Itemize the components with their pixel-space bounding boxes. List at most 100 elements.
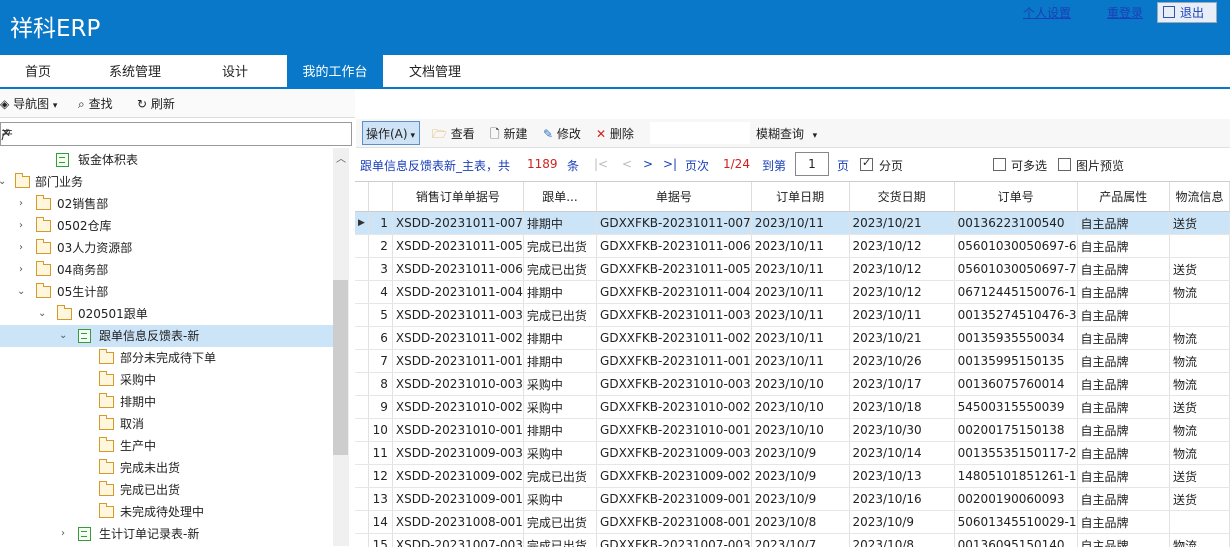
table-cell[interactable]: 自主品牌 — [1077, 212, 1169, 235]
column-header[interactable]: 跟单... — [523, 182, 596, 212]
table-cell[interactable]: 采购中 — [523, 488, 596, 511]
table-cell[interactable]: 14805101851261-1 — [954, 465, 1077, 488]
tree-item-done-not-shipped[interactable]: 完成未出货 — [0, 457, 333, 479]
table-cell[interactable]: GDXXFKB-20231009-001 — [597, 488, 752, 511]
table-cell[interactable]: 2023/10/11 — [751, 327, 849, 350]
tree-search-input[interactable]: 产 ✕ — [0, 122, 352, 146]
table-cell[interactable]: 2023/10/21 — [849, 327, 954, 350]
table-cell[interactable]: GDXXFKB-20231011-007 — [597, 212, 752, 235]
operations-dropdown[interactable]: 操作(A) ▾ — [362, 121, 420, 145]
row-number[interactable]: 4 — [368, 281, 392, 304]
table-cell[interactable]: 物流 — [1169, 373, 1229, 396]
refresh-button[interactable]: ↻ 刷新 — [137, 95, 175, 112]
table-cell[interactable]: 50601345510029-1 — [954, 511, 1077, 534]
table-cell[interactable]: 2023/10/11 — [751, 304, 849, 327]
table-cell[interactable]: XSDD-20231009-001 — [392, 488, 523, 511]
table-cell[interactable] — [1169, 304, 1229, 327]
relogin-link[interactable]: 重登录 — [1107, 4, 1143, 21]
menu-document-management[interactable]: 文档管理 — [395, 55, 475, 87]
table-cell[interactable]: 2023/10/14 — [849, 442, 954, 465]
table-cell[interactable]: 物流 — [1169, 350, 1229, 373]
table-cell[interactable]: 完成已出货 — [523, 465, 596, 488]
column-header[interactable]: 单据号 — [597, 182, 752, 212]
row-number[interactable]: 2 — [368, 235, 392, 258]
column-header[interactable]: 交货日期 — [849, 182, 954, 212]
chevron-down-icon[interactable]: ⌄ — [17, 281, 25, 303]
chevron-right-icon[interactable]: › — [19, 215, 23, 237]
clear-icon[interactable]: ✕ — [1, 126, 345, 140]
table-cell[interactable]: XSDD-20231010-001 — [392, 419, 523, 442]
table-cell[interactable]: 排期中 — [523, 281, 596, 304]
table-cell[interactable]: 2023/10/12 — [849, 281, 954, 304]
view-button[interactable]: 🗁 查看 — [432, 125, 475, 146]
table-cell[interactable]: 2023/10/11 — [751, 350, 849, 373]
table-cell[interactable]: 物流 — [1169, 327, 1229, 350]
table-cell[interactable]: 自主品牌 — [1077, 350, 1169, 373]
table-cell[interactable]: 00136095150140 — [954, 534, 1077, 547]
table-cell[interactable]: 自主品牌 — [1077, 396, 1169, 419]
fuzzy-query-dropdown[interactable]: 模糊查询 ▾ — [756, 125, 817, 142]
table-cell[interactable]: 自主品牌 — [1077, 258, 1169, 281]
table-cell[interactable]: GDXXFKB-20231011-005 — [597, 258, 752, 281]
table-row[interactable]: 14XSDD-20231008-001完成已出货GDXXFKB-20231008… — [355, 511, 1230, 534]
chevron-right-icon[interactable]: › — [19, 237, 23, 259]
table-cell[interactable]: 自主品牌 — [1077, 488, 1169, 511]
table-cell[interactable]: 2023/10/12 — [849, 235, 954, 258]
table-row[interactable]: 11XSDD-20231009-003采购中GDXXFKB-20231009-0… — [355, 442, 1230, 465]
table-cell[interactable]: 2023/10/16 — [849, 488, 954, 511]
table-cell[interactable]: 06712445150076-1 — [954, 281, 1077, 304]
table-cell[interactable]: 2023/10/12 — [849, 258, 954, 281]
table-cell[interactable]: XSDD-20231011-007 — [392, 212, 523, 235]
table-cell[interactable]: 自主品牌 — [1077, 511, 1169, 534]
table-cell[interactable]: GDXXFKB-20231011-004 — [597, 281, 752, 304]
table-cell[interactable]: 物流 — [1169, 419, 1229, 442]
table-cell[interactable]: GDXXFKB-20231010-001 — [597, 419, 752, 442]
table-row[interactable]: 12XSDD-20231009-002完成已出货GDXXFKB-20231009… — [355, 465, 1230, 488]
column-header[interactable]: 订单号 — [954, 182, 1077, 212]
table-cell[interactable]: XSDD-20231010-002 — [392, 396, 523, 419]
table-cell[interactable]: 2023/10/11 — [751, 235, 849, 258]
row-number[interactable]: 12 — [368, 465, 392, 488]
table-cell[interactable]: XSDD-20231007-003 — [392, 534, 523, 547]
tree-item-hr[interactable]: › 03人力资源部 — [0, 237, 333, 259]
row-number[interactable]: 7 — [368, 350, 392, 373]
row-number[interactable]: 5 — [368, 304, 392, 327]
table-cell[interactable]: 2023/10/11 — [751, 281, 849, 304]
table-cell[interactable]: 排期中 — [523, 350, 596, 373]
table-cell[interactable]: 00135995150135 — [954, 350, 1077, 373]
edit-button[interactable]: ✎ 修改 — [543, 125, 581, 142]
tree-item-order-tracking[interactable]: ⌄ 020501跟单 — [0, 303, 333, 325]
table-cell[interactable]: GDXXFKB-20231011-001 — [597, 350, 752, 373]
tree-item-tracking-feedback[interactable]: ⌄ 跟单信息反馈表-新 — [0, 325, 333, 347]
table-cell[interactable] — [1169, 511, 1229, 534]
table-cell[interactable]: 送货 — [1169, 258, 1229, 281]
tree-item-unfinished-pending[interactable]: 未完成待处理中 — [0, 501, 333, 523]
table-cell[interactable]: 完成已出货 — [523, 235, 596, 258]
table-cell[interactable] — [1169, 235, 1229, 258]
table-cell[interactable]: 00136223100540 — [954, 212, 1077, 235]
table-cell[interactable]: GDXXFKB-20231007-003 — [597, 534, 752, 547]
table-cell[interactable]: 2023/10/9 — [751, 465, 849, 488]
next-page-button[interactable]: > — [643, 157, 653, 171]
tree-scrollbar-thumb[interactable] — [333, 280, 348, 455]
tree-item-done-shipped[interactable]: 完成已出货 — [0, 479, 333, 501]
table-cell[interactable]: 采购中 — [523, 442, 596, 465]
navigator-button[interactable]: ◈ 导航图 ▾ — [0, 95, 57, 112]
table-cell[interactable]: 自主品牌 — [1077, 281, 1169, 304]
table-cell[interactable]: 排期中 — [523, 419, 596, 442]
table-row[interactable]: 13XSDD-20231009-001采购中GDXXFKB-20231009-0… — [355, 488, 1230, 511]
table-row[interactable]: 4XSDD-20231011-004排期中GDXXFKB-20231011-00… — [355, 281, 1230, 304]
table-cell[interactable]: 2023/10/17 — [849, 373, 954, 396]
table-cell[interactable]: XSDD-20231010-003 — [392, 373, 523, 396]
new-button[interactable]: 🗋 新建 — [490, 125, 528, 146]
scroll-up-icon[interactable]: ︿ — [336, 150, 346, 165]
row-number[interactable]: 13 — [368, 488, 392, 511]
table-cell[interactable]: 00135274510476-3 — [954, 304, 1077, 327]
table-cell[interactable]: 采购中 — [523, 373, 596, 396]
row-number[interactable]: 11 — [368, 442, 392, 465]
column-header[interactable]: 订单日期 — [751, 182, 849, 212]
table-cell[interactable]: 自主品牌 — [1077, 442, 1169, 465]
table-row[interactable]: 3XSDD-20231011-006完成已出货GDXXFKB-20231011-… — [355, 258, 1230, 281]
table-cell[interactable]: GDXXFKB-20231009-002 — [597, 465, 752, 488]
tree-item-production-planning[interactable]: ⌄ 05生计部 — [0, 281, 333, 303]
